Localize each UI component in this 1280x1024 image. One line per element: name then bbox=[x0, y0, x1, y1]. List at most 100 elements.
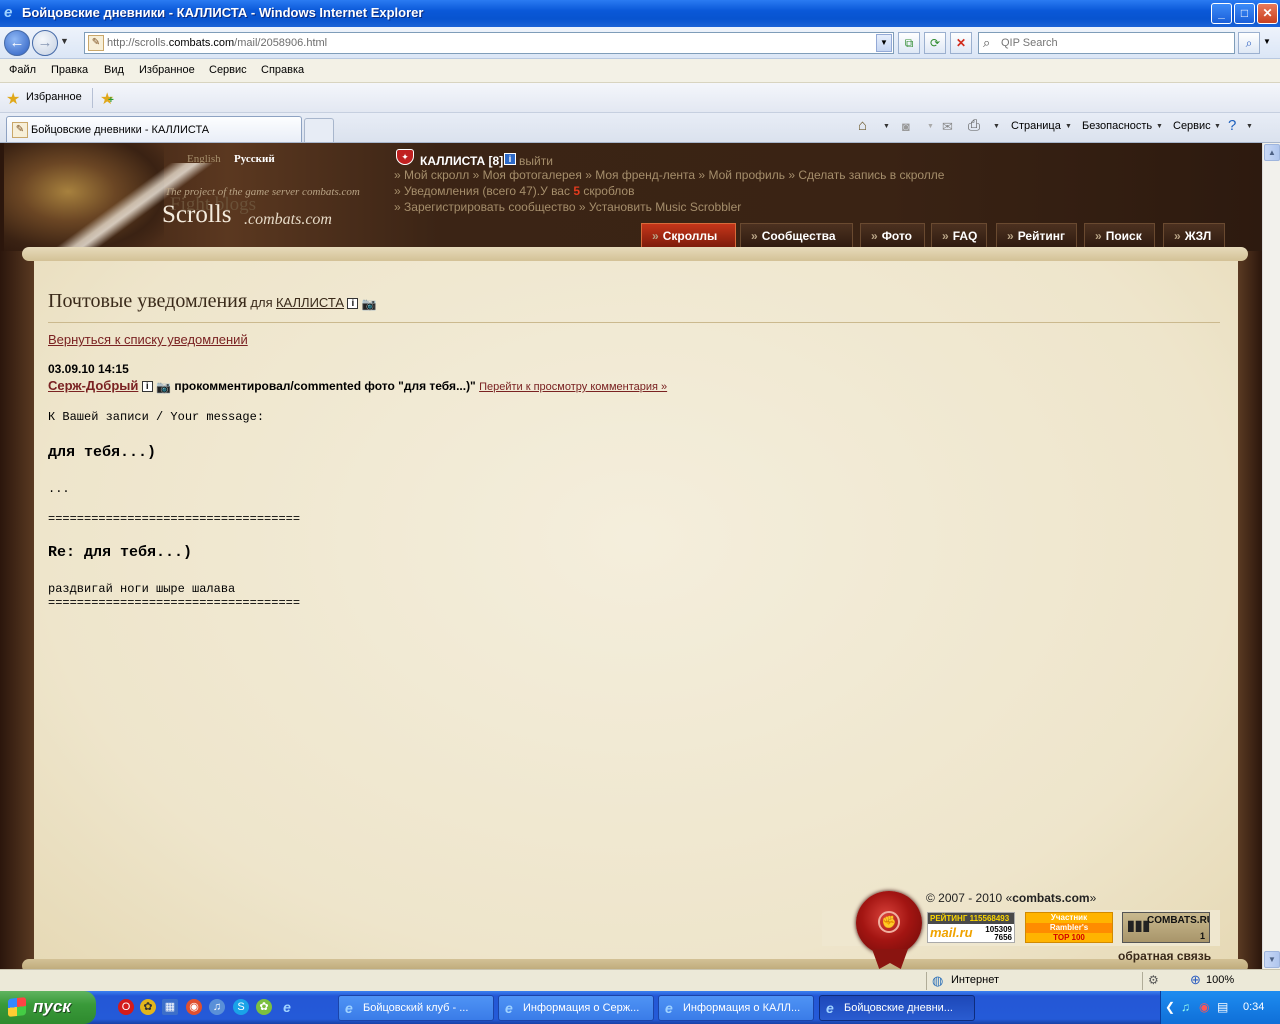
taskbar-window-3[interactable]: e Информация о КАЛЛ... bbox=[658, 995, 814, 1021]
help-icon[interactable]: ? bbox=[1228, 117, 1236, 134]
favorites-button[interactable]: Избранное bbox=[26, 91, 82, 103]
nav-tab-search[interactable]: » Поиск bbox=[1084, 223, 1155, 248]
menu-favorites[interactable]: Избранное bbox=[139, 64, 195, 76]
user-info-icon[interactable]: i bbox=[504, 153, 516, 165]
tray-headphones-icon[interactable]: ♫ bbox=[1181, 1000, 1190, 1014]
music-scrobbler-link[interactable]: Установить Music Scrobbler bbox=[589, 200, 741, 214]
nav-tab-faq[interactable]: » FAQ bbox=[931, 223, 987, 248]
tray-expand-icon[interactable]: ❮ bbox=[1165, 1000, 1175, 1014]
zoom-level[interactable]: 100% bbox=[1206, 974, 1234, 986]
nav-tab-communities[interactable]: » Сообщества bbox=[740, 223, 853, 248]
new-tab-button[interactable] bbox=[304, 118, 334, 142]
taskbar-window-1[interactable]: e Бойцовский клуб - ... bbox=[338, 995, 494, 1021]
menu-edit[interactable]: Правка bbox=[51, 64, 88, 76]
home-icon[interactable]: ⌂ bbox=[858, 117, 867, 134]
headphones-icon[interactable]: ♫ bbox=[209, 999, 225, 1015]
taskbar-window-4[interactable]: e Бойцовские дневни... bbox=[819, 995, 975, 1021]
search-box[interactable]: ⌕ bbox=[978, 32, 1235, 54]
protected-mode-icon[interactable]: ⚙ bbox=[1148, 973, 1159, 987]
nav-tab-scrolls[interactable]: » Скроллы bbox=[641, 223, 736, 248]
add-to-favorites-bar-icon[interactable]: ★ + bbox=[100, 89, 114, 109]
new-post-link[interactable]: Сделать запись в скролле bbox=[798, 168, 944, 182]
address-dropdown-icon[interactable]: ▼ bbox=[876, 34, 892, 52]
my-scroll-link[interactable]: Мой скролл bbox=[404, 168, 469, 182]
tray-language-icon[interactable]: ▤ bbox=[1217, 1000, 1228, 1014]
menu-file[interactable]: Файл bbox=[9, 64, 36, 76]
scroll-up-icon[interactable]: ▲ bbox=[1264, 144, 1280, 161]
nav-tab-zhzl[interactable]: » ЖЗЛ bbox=[1163, 223, 1225, 248]
nav-tab-photo[interactable]: » Фото bbox=[860, 223, 925, 248]
feeds-dropdown-icon[interactable]: ▼ bbox=[927, 123, 934, 130]
taskbar-window-2[interactable]: e Информация о Серж... bbox=[498, 995, 654, 1021]
print-dropdown-icon[interactable]: ▼ bbox=[993, 123, 1000, 130]
read-mail-icon[interactable]: ✉ bbox=[942, 119, 953, 135]
home-dropdown-icon[interactable]: ▼ bbox=[883, 123, 890, 130]
page-menu[interactable]: Страница bbox=[1011, 120, 1061, 132]
register-community-link[interactable]: Зарегистрировать сообщество bbox=[404, 200, 575, 214]
rambler-top100-counter[interactable]: Участник Rambler's TOP 100 bbox=[1025, 912, 1113, 943]
media-icon[interactable]: ◉ bbox=[186, 999, 202, 1015]
page-menu-dropdown-icon[interactable]: ▼ bbox=[1065, 123, 1072, 130]
forward-button[interactable]: → bbox=[32, 30, 58, 56]
my-photo-gallery-link[interactable]: Моя фотогалерея bbox=[483, 168, 582, 182]
icq-icon[interactable]: ✿ bbox=[256, 999, 272, 1015]
logout-link[interactable]: выйти bbox=[519, 154, 553, 168]
start-button[interactable]: пуск bbox=[0, 991, 96, 1024]
skype-icon[interactable]: S bbox=[233, 999, 249, 1015]
safety-menu[interactable]: Безопасность bbox=[1082, 120, 1152, 132]
desktop-icon[interactable]: ▦ bbox=[162, 999, 178, 1015]
vertical-scrollbar[interactable]: ▲ ▼ bbox=[1262, 143, 1280, 969]
recent-pages-dropdown-icon[interactable]: ▼ bbox=[60, 36, 69, 46]
print-icon[interactable]: ⎙ bbox=[968, 117, 980, 134]
current-user-name[interactable]: КАЛЛИСТА [8] bbox=[420, 154, 503, 168]
opera-icon[interactable]: O bbox=[118, 999, 134, 1015]
tray-opera-icon[interactable]: ◉ bbox=[1199, 1000, 1209, 1014]
menu-view[interactable]: Вид bbox=[104, 64, 124, 76]
ie-quicklaunch-icon[interactable]: e bbox=[279, 999, 295, 1015]
combats-counter[interactable]: ▮▮▮ COMBATS.RU 1 bbox=[1122, 912, 1210, 943]
zoom-icon[interactable]: ⊕ bbox=[1190, 972, 1201, 988]
favorites-star-icon[interactable]: ★ bbox=[6, 89, 20, 109]
heading-user-link[interactable]: КАЛЛИСТА bbox=[276, 295, 344, 310]
back-to-notifications-link[interactable]: Вернуться к списку уведомлений bbox=[48, 332, 248, 347]
stop-button[interactable]: ✕ bbox=[950, 32, 972, 54]
security-zone[interactable]: Интернет bbox=[951, 974, 999, 986]
favorites-bar: ★ Избранное ★ + bbox=[0, 83, 1280, 113]
author-camera-icon[interactable]: 📷 bbox=[156, 380, 171, 394]
view-comment-link[interactable]: Перейти к просмотру комментария » bbox=[479, 381, 667, 393]
help-dropdown-icon[interactable]: ▼ bbox=[1246, 123, 1253, 130]
logo-scrolls[interactable]: Scrolls bbox=[162, 201, 231, 229]
search-options-dropdown-icon[interactable]: ▼ bbox=[1263, 37, 1271, 46]
language-russian-link[interactable]: Русский bbox=[234, 153, 275, 165]
address-bar[interactable]: ✎ http://scrolls.combats.com/mail/205890… bbox=[84, 32, 894, 54]
author-info-icon[interactable]: i bbox=[141, 381, 153, 393]
feedback-link[interactable]: обратная связь bbox=[1118, 949, 1211, 963]
maximize-button[interactable]: □ bbox=[1234, 3, 1255, 24]
close-button[interactable]: ✕ bbox=[1257, 3, 1278, 24]
safety-menu-dropdown-icon[interactable]: ▼ bbox=[1156, 123, 1163, 130]
refresh-button[interactable]: ⟳ bbox=[924, 32, 946, 54]
language-english-link[interactable]: English bbox=[187, 153, 221, 165]
nav-tab-rating[interactable]: » Рейтинг bbox=[996, 223, 1077, 248]
address-url[interactable]: http://scrolls.combats.com/mail/2058906.… bbox=[107, 37, 327, 49]
notifications-link[interactable]: Уведомления (всего 47). bbox=[404, 184, 540, 198]
scroll-down-icon[interactable]: ▼ bbox=[1264, 951, 1280, 968]
menu-tools[interactable]: Сервис bbox=[209, 64, 247, 76]
author-link[interactable]: Серж-Добрый bbox=[48, 378, 138, 393]
user-info-icon[interactable]: i bbox=[347, 298, 359, 310]
search-button[interactable]: ⌕ bbox=[1238, 32, 1260, 54]
camera-icon[interactable]: 📷 bbox=[362, 297, 377, 311]
tools-menu-dropdown-icon[interactable]: ▼ bbox=[1214, 123, 1221, 130]
minimize-button[interactable]: _ bbox=[1211, 3, 1232, 24]
compatibility-view-button[interactable]: ⧉ bbox=[898, 32, 920, 54]
tools-menu[interactable]: Сервис bbox=[1173, 120, 1211, 132]
menu-help[interactable]: Справка bbox=[261, 64, 304, 76]
mailru-rating-counter[interactable]: РЕЙТИНГ 115568493 mail.ru 105309 7656 bbox=[927, 912, 1015, 943]
qip-icon[interactable]: ✿ bbox=[140, 999, 156, 1015]
tab-current[interactable]: ✎ Бойцовские дневники - КАЛЛИСТА bbox=[6, 116, 302, 142]
my-friend-feed-link[interactable]: Моя френд-лента bbox=[595, 168, 695, 182]
back-button[interactable]: ← bbox=[4, 30, 30, 56]
feeds-icon[interactable]: ◙ bbox=[902, 119, 910, 134]
search-input[interactable] bbox=[1001, 35, 1231, 51]
my-profile-link[interactable]: Мой профиль bbox=[708, 168, 785, 182]
